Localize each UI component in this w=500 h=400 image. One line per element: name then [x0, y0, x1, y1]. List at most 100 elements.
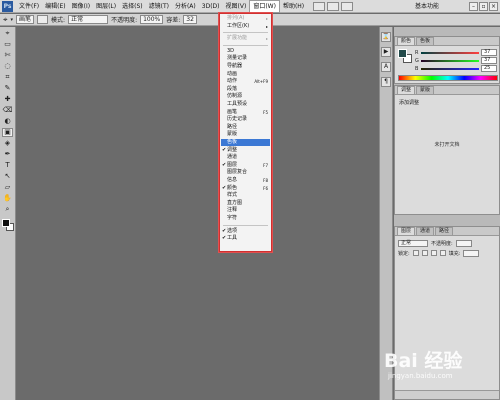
foreground-color-swatch[interactable] — [2, 219, 10, 227]
tool-icon[interactable]: T — [2, 161, 13, 170]
menu-item[interactable]: 图像(I) — [69, 0, 93, 13]
tool-icon[interactable]: ↖ — [2, 172, 13, 181]
blue-slider[interactable] — [421, 68, 479, 70]
screen-mode-icon[interactable] — [341, 1, 354, 11]
window-menu-item[interactable]: 直方图 — [221, 200, 270, 207]
menu-item[interactable]: 滤镜(T) — [146, 0, 172, 13]
window-menu-item[interactable]: 历史记录 — [221, 116, 270, 123]
character-panel-icon[interactable]: A — [381, 62, 391, 72]
fill-source-select[interactable]: 画笔 — [16, 15, 35, 24]
menu-item[interactable]: 窗口(W) — [249, 0, 280, 13]
menu-item[interactable]: 编辑(E) — [42, 0, 68, 13]
menu-item[interactable]: 分析(A) — [172, 0, 199, 13]
window-menu-item[interactable]: 排列(A) ▸ — [221, 15, 270, 22]
window-menu-item[interactable]: 图层复合 — [221, 169, 270, 176]
tool-icon[interactable]: ✄ — [2, 51, 13, 60]
tool-icon[interactable]: ✋ — [2, 194, 13, 203]
maximize-icon[interactable]: ▫ — [479, 2, 488, 11]
green-slider[interactable] — [421, 60, 479, 62]
paragraph-panel-icon[interactable]: ¶ — [381, 77, 391, 87]
tool-icon[interactable]: ▭ — [2, 40, 13, 49]
window-menu-item[interactable]: 路径 — [221, 124, 270, 131]
tool-icon[interactable]: ⌕ — [2, 205, 13, 214]
tool-icon[interactable]: ✒ — [2, 150, 13, 159]
arrange-documents-icon[interactable] — [327, 1, 340, 11]
window-menu-item[interactable]: 扩展功能 ▸ — [221, 35, 270, 42]
window-menu-item[interactable]: 字符 — [221, 215, 270, 222]
opacity-input[interactable]: 100% — [140, 15, 164, 24]
tool-icon[interactable]: ✎ — [2, 84, 13, 93]
window-menu-item[interactable]: 信息 F8 — [221, 177, 270, 184]
menu-item[interactable]: 文件(F) — [16, 0, 42, 13]
window-menu-item[interactable]: 注释 — [221, 207, 270, 214]
pattern-swatch[interactable] — [37, 15, 49, 24]
workspace-switcher[interactable]: 基本功能 — [412, 2, 442, 11]
window-menu-item[interactable]: 蒙版 — [221, 131, 270, 138]
color-swatches[interactable] — [1, 218, 15, 232]
tab-channels[interactable]: 通道 — [416, 227, 435, 235]
layer-blend-select[interactable]: 正常 — [398, 239, 428, 247]
zoom-level-icon[interactable] — [313, 1, 326, 11]
window-menu-item[interactable]: 选项 ✔ — [221, 228, 270, 235]
red-channel-row: R 37 — [415, 49, 499, 56]
tab-adjustments[interactable]: 调整 — [397, 86, 416, 94]
lock-image-icon[interactable] — [421, 250, 428, 256]
tool-preset-icon[interactable]: ⌖ — [3, 15, 8, 25]
menu-item[interactable]: 3D(D) — [199, 0, 223, 13]
window-menu-item[interactable]: 工具预设 — [221, 101, 270, 108]
history-panel-icon[interactable]: ⌛ — [381, 32, 391, 42]
red-value-input[interactable]: 37 — [481, 49, 497, 56]
tab-paths[interactable]: 路径 — [435, 227, 454, 235]
window-menu-item[interactable]: 段落 — [221, 86, 270, 93]
window-menu-item-label: 测量记录 — [227, 55, 248, 62]
window-menu-item[interactable]: 色板 — [221, 139, 270, 146]
lock-position-icon[interactable] — [430, 250, 437, 256]
tolerance-label: 容差: — [166, 17, 181, 24]
tab-swatches[interactable]: 色板 — [416, 37, 435, 45]
window-menu-item[interactable]: 颜色 ✔ F6 — [221, 185, 270, 192]
blend-mode-select[interactable]: 正常 — [68, 15, 109, 24]
minimize-icon[interactable]: – — [469, 2, 478, 11]
window-menu-item[interactable]: 仿制源 — [221, 93, 270, 100]
tolerance-input[interactable]: 32 — [183, 15, 197, 24]
tool-icon[interactable]: ⌗ — [2, 73, 13, 82]
window-menu-item[interactable]: 画笔 F5 — [221, 109, 270, 116]
window-menu-item[interactable]: 工具 ✔ — [221, 235, 270, 242]
menu-item[interactable]: 图层(L) — [93, 0, 119, 13]
layer-fill-input[interactable] — [463, 249, 480, 257]
lock-all-icon[interactable] — [439, 250, 446, 256]
foreground-color-chip[interactable] — [398, 49, 407, 58]
tool-icon[interactable]: ▣ — [2, 128, 13, 137]
red-slider[interactable] — [421, 52, 479, 54]
window-menu-item[interactable]: 动作 Alt+F9 — [221, 78, 270, 85]
menu-item[interactable]: 视图(V) — [223, 0, 250, 13]
close-icon[interactable]: × — [489, 2, 498, 11]
blue-value-input[interactable]: 25 — [481, 65, 497, 72]
tool-icon[interactable]: ✚ — [2, 95, 13, 104]
menu-item[interactable]: 选择(S) — [119, 0, 146, 13]
window-menu-item[interactable]: 通道 — [221, 154, 270, 161]
window-menu-item[interactable]: 工作区(K) ▸ — [221, 23, 270, 30]
window-menu-item[interactable]: 导航器 — [221, 63, 270, 70]
lock-transparent-icon[interactable] — [412, 250, 419, 256]
color-spectrum-ramp[interactable] — [398, 75, 498, 81]
tab-color[interactable]: 颜色 — [397, 37, 416, 45]
tool-icon[interactable]: ⌖ — [2, 29, 13, 38]
window-menu-item[interactable]: 图层 ✔ F7 — [221, 162, 270, 169]
tab-layers[interactable]: 图层 — [397, 227, 416, 235]
menu-item[interactable]: 帮助(H) — [280, 0, 307, 13]
window-menu-item[interactable]: 调整 ✔ — [221, 147, 270, 154]
window-menu-item[interactable]: 动画 — [221, 71, 270, 78]
window-menu-item[interactable]: 样式 — [221, 192, 270, 199]
green-value-input[interactable]: 37 — [481, 57, 497, 64]
tool-icon[interactable]: ▱ — [2, 183, 13, 192]
tool-icon[interactable]: ⌫ — [2, 106, 13, 115]
tool-icon[interactable]: ◌ — [2, 62, 13, 71]
window-menu-item[interactable]: 测量记录 — [221, 55, 270, 62]
layer-opacity-input[interactable] — [455, 239, 472, 247]
actions-panel-icon[interactable]: ▶ — [381, 47, 391, 57]
tab-masks[interactable]: 蒙版 — [416, 86, 435, 94]
tool-icon[interactable]: ◈ — [2, 139, 13, 148]
window-menu-item[interactable]: 3D — [221, 48, 270, 55]
tool-icon[interactable]: ◐ — [2, 117, 13, 126]
